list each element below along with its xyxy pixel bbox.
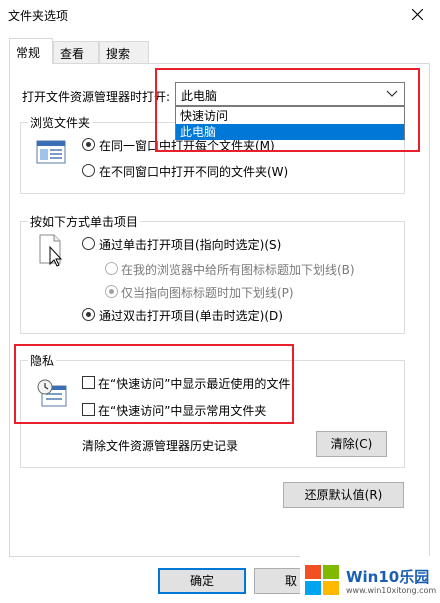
tab-search-label: 搜索 xyxy=(106,47,131,61)
open-explorer-selected-value: 此电脑 xyxy=(181,89,218,103)
restore-defaults-button-label: 还原默认值(R) xyxy=(304,488,383,502)
windows-logo-icon xyxy=(305,565,339,595)
clear-history-button[interactable]: 清除(C) xyxy=(316,431,387,457)
radio-double-click-label: 通过双击打开项目(单击时选定)(D) xyxy=(99,309,283,323)
radio-single-click-label: 通过单击打开项目(指向时选定)(S) xyxy=(99,238,282,252)
click-items-title: 按如下方式单击项目 xyxy=(28,213,141,230)
clear-history-button-label: 清除(C) xyxy=(330,437,373,451)
watermark-brand: Win10乐园 xyxy=(346,568,430,586)
checkbox-recent-files-label: 在“快速访问”中显示最近使用的文件 xyxy=(98,377,291,391)
radio-underline-all-label: 在我的浏览器中给所有图标标题加下划线(B) xyxy=(121,263,355,277)
close-button[interactable] xyxy=(396,0,440,30)
radio-underline-point[interactable] xyxy=(105,285,118,298)
radio-same-window[interactable] xyxy=(82,138,95,151)
window-title: 文件夹选项 xyxy=(8,9,69,23)
radio-double-click[interactable] xyxy=(82,308,95,321)
dropdown-option-this-pc[interactable]: 此电脑 xyxy=(176,124,404,140)
open-explorer-label: 打开文件资源管理器时打开: xyxy=(22,90,171,104)
radio-underline-point-label: 仅当指向图标标题时加下划线(P) xyxy=(121,286,294,300)
ok-button-label: 确定 xyxy=(189,574,214,588)
cursor-document-icon xyxy=(39,234,63,267)
tab-view-label: 查看 xyxy=(60,47,85,61)
close-icon xyxy=(412,9,423,20)
radio-new-window-label: 在不同窗口中打开不同的文件夹(W) xyxy=(99,165,289,179)
window-preview-icon xyxy=(36,140,66,164)
watermark: Win10乐园 www.win10xitong.com xyxy=(300,556,440,603)
radio-single-click[interactable] xyxy=(82,237,95,250)
dropdown-option-quick-access[interactable]: 快速访问 xyxy=(176,108,404,124)
tab-general[interactable]: 常规 xyxy=(9,38,53,64)
chevron-down-icon xyxy=(386,90,398,97)
radio-new-window[interactable] xyxy=(82,164,95,177)
open-explorer-select[interactable]: 此电脑 xyxy=(175,82,405,106)
cancel-button-label: 取 xyxy=(285,574,298,588)
privacy-title: 隐私 xyxy=(28,352,57,369)
open-explorer-dropdown-list: 快速访问 此电脑 xyxy=(175,106,405,140)
checkbox-frequent-folders[interactable] xyxy=(82,403,95,416)
tab-view[interactable]: 查看 xyxy=(53,41,99,63)
tab-general-label: 常规 xyxy=(16,46,41,60)
restore-defaults-button[interactable]: 还原默认值(R) xyxy=(283,482,404,508)
watermark-url: www.win10xitong.com xyxy=(346,586,437,595)
radio-underline-all[interactable] xyxy=(105,262,118,275)
clock-document-icon xyxy=(37,379,67,407)
checkbox-recent-files[interactable] xyxy=(82,376,95,389)
tab-search[interactable]: 搜索 xyxy=(99,41,149,63)
checkbox-frequent-folders-label: 在“快速访问”中显示常用文件夹 xyxy=(98,404,267,418)
clear-history-label: 清除文件资源管理器历史记录 xyxy=(82,439,239,453)
folder-options-dialog: 文件夹选项 常规 查看 搜索 打开文件资源管理器时打开: 此电脑 快速访问 此电… xyxy=(0,0,440,603)
title-bar: 文件夹选项 xyxy=(0,0,440,30)
ok-button[interactable]: 确定 xyxy=(158,568,246,594)
browse-folders-title: 浏览文件夹 xyxy=(28,114,93,131)
